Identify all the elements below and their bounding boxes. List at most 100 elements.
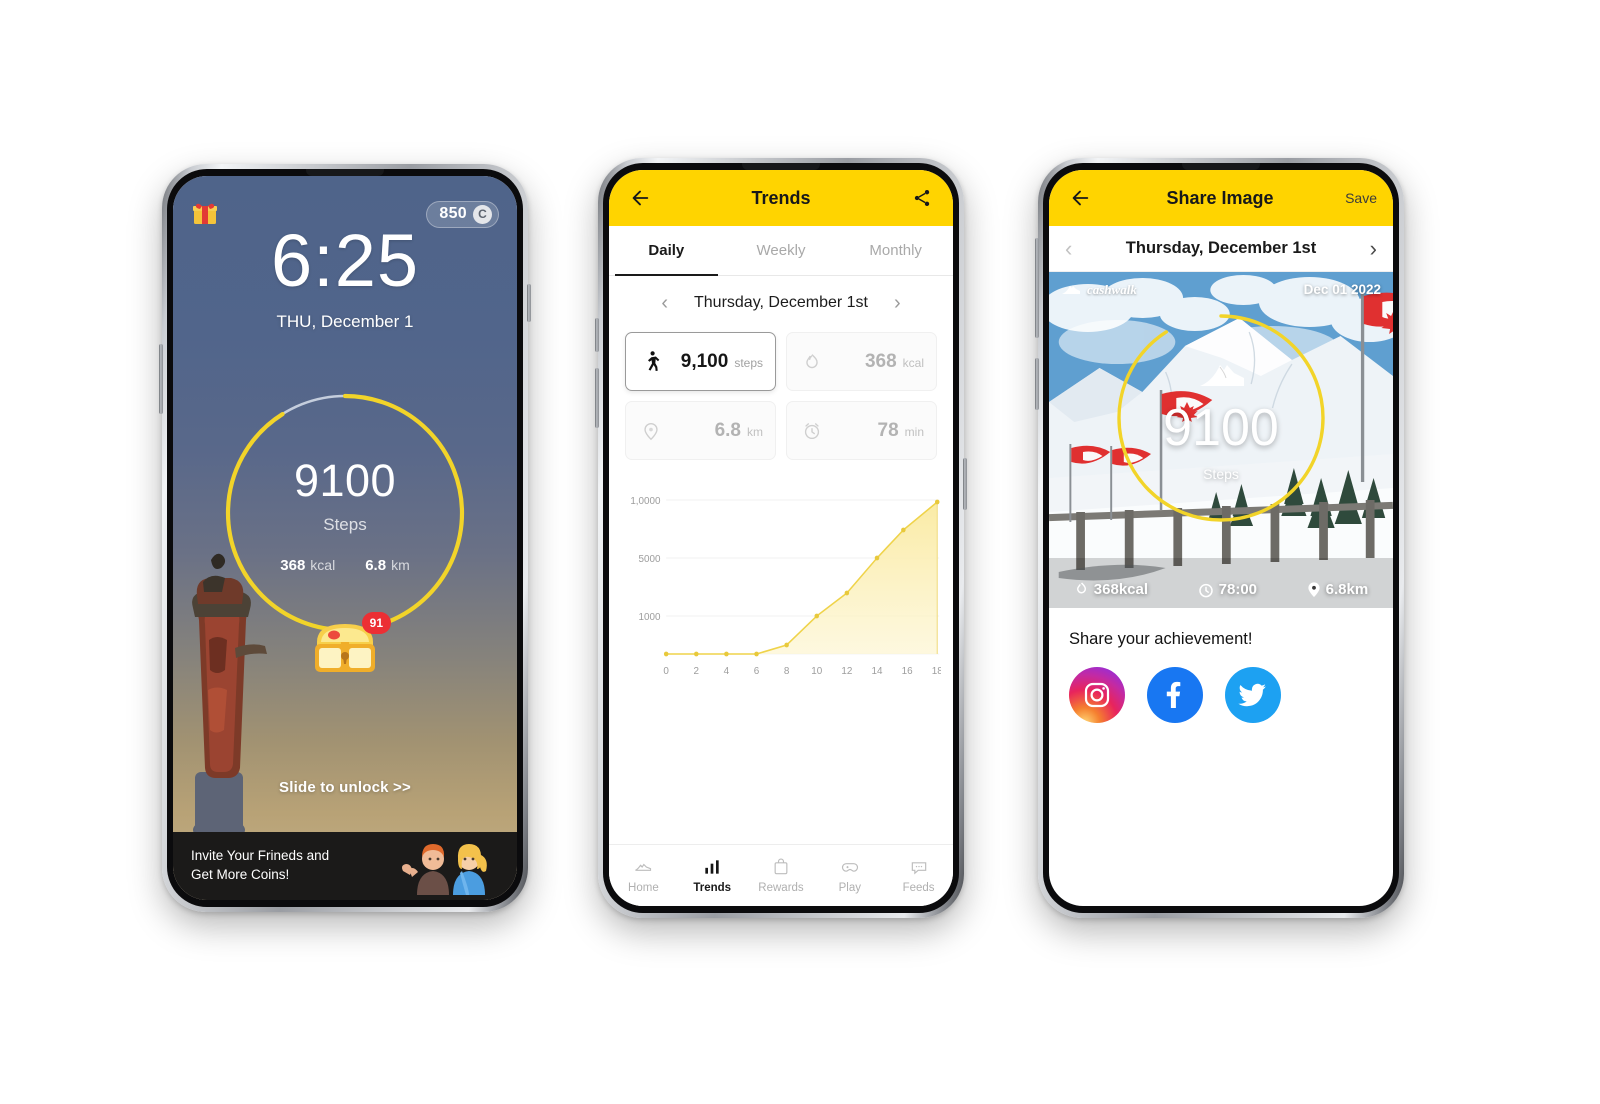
xtick-6: 6: [754, 666, 760, 677]
phone3-screen: Share Image Save ‹ Thursday, December 1s…: [1049, 170, 1393, 906]
nav-item-rewards[interactable]: Rewards: [747, 857, 816, 894]
share-appbar: Share Image Save: [1049, 170, 1393, 226]
steps-area-chart: 1,0000 5000 1000 0 2 4 6 8 10 12 14 16 1: [621, 488, 941, 688]
phone3-power-button[interactable]: [1035, 358, 1039, 410]
metric-min-values: 78 min: [833, 420, 924, 442]
tab-weekly[interactable]: Weekly: [724, 226, 839, 275]
photo-stat-time: 78:00: [1198, 581, 1257, 598]
metric-min-unit: min: [904, 424, 924, 439]
metric-steps-value: 9,100: [680, 350, 729, 372]
invite-friends-banner[interactable]: Invite Your Frineds and Get More Coins!: [173, 832, 517, 900]
alarm-clock-icon: [799, 418, 825, 444]
nav-item-feeds[interactable]: Feeds: [884, 857, 953, 894]
nav-label-play: Play: [838, 882, 861, 894]
metric-card-steps[interactable]: 9,100 steps: [625, 332, 776, 391]
phone2-earpiece: [742, 163, 820, 170]
arrow-left-icon[interactable]: [625, 183, 655, 213]
stat-kcal-value: 368: [280, 556, 306, 574]
photo-stat-kcal: 368kcal: [1074, 581, 1148, 598]
metric-kcal-values: 368 kcal: [833, 351, 924, 373]
photo-stat-km-text: 6.8km: [1325, 581, 1369, 598]
nav-label-trends: Trends: [693, 882, 732, 894]
nav-item-home[interactable]: Home: [609, 857, 678, 894]
bar-chart-icon: [705, 860, 719, 874]
metric-card-min[interactable]: 78 min: [786, 401, 937, 460]
phone1-button-top[interactable]: [527, 284, 531, 322]
screenshot-canvas: 850 C 6:25 THU, December 1 9100 Steps 36…: [0, 0, 1600, 1104]
ytick-1000: 1000: [639, 612, 661, 623]
lockscreen-clock: 6:25 THU, December 1: [173, 224, 517, 332]
phone3-volume-button[interactable]: [1035, 238, 1039, 338]
metric-card-km[interactable]: 6.8 km: [625, 401, 776, 460]
invite-people-illustration: [402, 844, 487, 895]
nav-label-rewards: Rewards: [758, 882, 804, 894]
phone2-power-button[interactable]: [963, 458, 967, 510]
shoe-badge-icon: [1200, 365, 1244, 386]
phone2-bezel: Trends Daily Weekly Monthly ‹ Thursday, …: [603, 163, 959, 913]
metric-steps-values: 9,100 steps: [672, 351, 763, 373]
metric-km-unit: km: [747, 424, 763, 439]
xtick-16: 16: [902, 666, 913, 677]
step-progress-ring: 9100 Steps 368 kcal 6.8 km: [220, 388, 470, 638]
chevron-right-icon[interactable]: ›: [1370, 236, 1377, 262]
nav-item-trends[interactable]: Trends: [678, 857, 747, 894]
chevron-left-icon[interactable]: ‹: [661, 293, 668, 313]
coin-symbol-icon: C: [473, 204, 492, 224]
page-title: Trends: [751, 187, 811, 208]
date-selector: ‹ Thursday, December 1st ›: [609, 276, 953, 330]
treasure-chest-icon[interactable]: 91: [309, 612, 391, 678]
ytick-5000: 5000: [639, 554, 661, 565]
phone2-volume-button[interactable]: [595, 368, 599, 428]
stat-km: 6.8 km: [365, 557, 410, 575]
xtick-10: 10: [811, 666, 822, 677]
chat-bubble-icon: [911, 862, 926, 875]
selected-date-label: Thursday, December 1st: [694, 294, 868, 311]
phone-trends-screen: Trends Daily Weekly Monthly ‹ Thursday, …: [595, 158, 967, 918]
chest-badge: 91: [361, 612, 391, 634]
stat-km-unit: km: [391, 556, 410, 573]
invite-line-1: Invite Your Frineds and: [191, 848, 330, 864]
chevron-left-icon[interactable]: ‹: [1065, 236, 1072, 262]
metric-kcal-value: 368: [864, 350, 897, 372]
gamepad-icon: [841, 863, 858, 872]
chart-svg: 1,0000 5000 1000 0 2 4 6 8 10 12 14 16 1: [630, 496, 941, 677]
share-section-title: Share your achievement!: [1069, 630, 1253, 648]
tab-monthly[interactable]: Monthly: [838, 226, 953, 275]
metric-steps-unit: steps: [734, 355, 763, 370]
lockscreen-step-count: 9100: [293, 454, 397, 506]
photo-step-count: 9100: [1163, 399, 1279, 457]
clock-time: 6:25: [270, 219, 420, 302]
metric-card-kcal[interactable]: 368 kcal: [786, 332, 937, 391]
share-icon[interactable]: [907, 183, 937, 213]
phone1-volume-button[interactable]: [159, 344, 163, 414]
save-button[interactable]: Save: [1345, 190, 1377, 206]
phone1-earpiece: [306, 169, 384, 176]
photo-date: Dec 01 2022: [1303, 282, 1381, 297]
flame-icon: [799, 349, 825, 375]
arrow-left-icon[interactable]: [1065, 183, 1095, 213]
bottom-navigation: Home Trends Rewards Play Feeds: [609, 844, 953, 906]
facebook-icon[interactable]: [1147, 667, 1203, 723]
ytick-10000: 1,0000: [630, 496, 661, 507]
photo-step-label: Steps: [1203, 466, 1239, 482]
share-selected-date: Thursday, December 1st: [1125, 239, 1317, 257]
nav-item-play[interactable]: Play: [815, 857, 884, 894]
location-pin-icon: [1308, 582, 1320, 597]
phone2-button-a[interactable]: [595, 318, 599, 352]
trends-appbar: Trends: [609, 170, 953, 226]
slide-to-unlock[interactable]: Slide to unlock >>: [173, 779, 517, 796]
twitter-icon[interactable]: [1225, 667, 1281, 723]
xtick-12: 12: [841, 666, 852, 677]
stat-km-value: 6.8: [365, 556, 387, 574]
phone2-screen: Trends Daily Weekly Monthly ‹ Thursday, …: [609, 170, 953, 906]
instagram-icon[interactable]: [1069, 667, 1125, 723]
shoe-logo-icon: [1062, 286, 1080, 294]
gift-icon[interactable]: [193, 203, 217, 225]
clock-date: THU, December 1: [276, 312, 414, 331]
xtick-4: 4: [724, 666, 730, 677]
photo-step-ring: 9100 Steps: [1111, 308, 1331, 528]
chevron-right-icon[interactable]: ›: [894, 293, 901, 313]
tab-daily[interactable]: Daily: [609, 226, 724, 276]
metric-min-value: 78: [877, 419, 899, 441]
phone1-bezel: 850 C 6:25 THU, December 1 9100 Steps 36…: [167, 169, 523, 907]
